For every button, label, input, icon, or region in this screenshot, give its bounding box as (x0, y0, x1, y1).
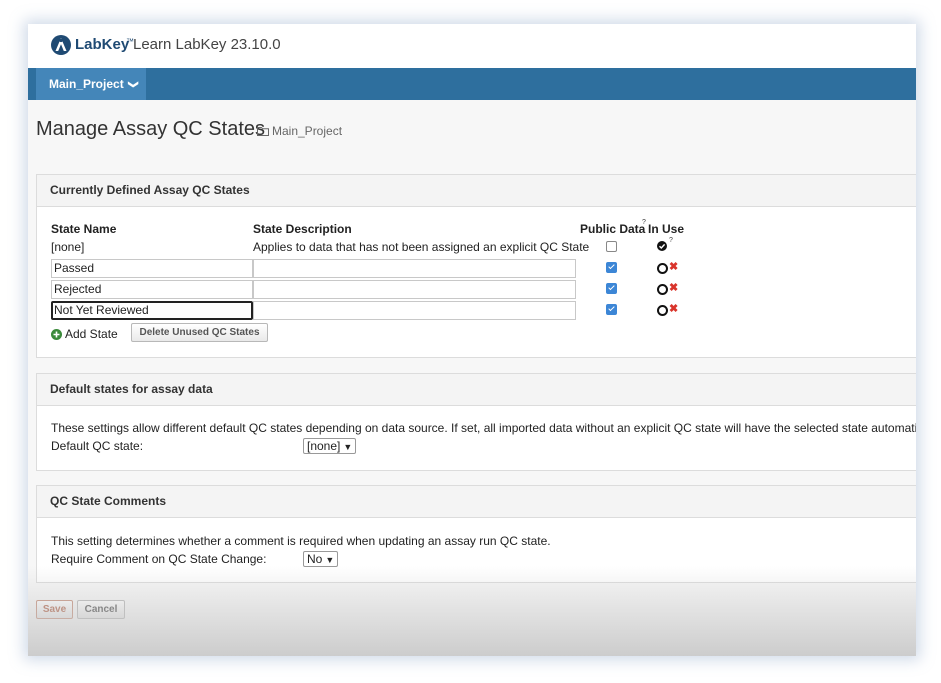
none-state-description: Applies to data that has not been assign… (253, 240, 590, 254)
qc-state-comments-description: This setting determines whether a commen… (51, 534, 551, 548)
breadcrumb[interactable]: Main_Project (257, 124, 342, 138)
chevron-down-icon: ▼ (343, 442, 353, 452)
default-qc-state-label: Default QC state: (51, 439, 144, 453)
public-data-checkbox-passed[interactable] (606, 262, 617, 273)
column-header-in-use: In Use (648, 222, 685, 236)
save-button[interactable]: Save (36, 600, 73, 619)
state-name-input-passed[interactable]: Passed (51, 259, 253, 278)
not-in-use-icon (657, 263, 668, 274)
in-use-help-icon[interactable]: ? (669, 237, 673, 244)
brand-bar: LabKey ™ Learn LabKey 23.10.0 (28, 24, 916, 68)
public-data-checkbox-rejected[interactable] (606, 283, 617, 294)
qc-states-heading: Currently Defined Assay QC States (37, 175, 916, 207)
project-menu-label: Main_Project (49, 77, 124, 91)
delete-state-icon-rejected[interactable]: ✖ (669, 283, 678, 294)
plus-circle-icon (51, 328, 62, 340)
labkey-logo-icon[interactable] (51, 35, 71, 55)
delete-state-icon-passed[interactable]: ✖ (669, 262, 678, 273)
in-use-check-icon (657, 241, 667, 251)
require-comment-value: No (307, 552, 323, 566)
add-state-label: Add State (65, 327, 118, 341)
default-states-heading: Default states for assay data (37, 374, 916, 406)
folder-icon (257, 127, 269, 136)
none-state-name: [none] (51, 240, 85, 254)
chevron-down-icon: ▼ (325, 555, 335, 565)
brand-name[interactable]: LabKey (75, 36, 129, 53)
default-qc-state-select[interactable]: [none] ▼ (303, 438, 357, 454)
site-title[interactable]: Learn LabKey 23.10.0 (133, 36, 281, 53)
chevron-down-icon: ❯ (127, 79, 139, 89)
delete-state-icon-not-yet-reviewed[interactable]: ✖ (669, 304, 678, 315)
public-data-checkbox-not-yet-reviewed[interactable] (606, 304, 617, 315)
require-comment-select[interactable]: No ▼ (303, 551, 339, 567)
default-states-description: These settings allow different default Q… (51, 421, 916, 435)
state-name-input-not-yet-reviewed[interactable]: Not Yet Reviewed (51, 301, 253, 320)
project-menu-button[interactable]: Main_Project ❯ (36, 68, 146, 100)
state-description-input-not-yet-reviewed[interactable] (253, 301, 576, 320)
column-header-public-data: Public Data (580, 222, 646, 236)
require-comment-label: Require Comment on QC State Change: (51, 552, 267, 566)
not-in-use-icon (657, 284, 668, 295)
not-in-use-icon (657, 305, 668, 316)
default-states-panel: Default states for assay data These sett… (36, 373, 916, 471)
public-data-help-icon[interactable]: ? (642, 219, 646, 226)
add-state-link[interactable]: Add State (51, 327, 118, 341)
default-qc-state-value: [none] (307, 439, 341, 453)
qc-states-panel: Currently Defined Assay QC States State … (36, 174, 916, 358)
state-description-input-passed[interactable] (253, 259, 576, 278)
breadcrumb-project[interactable]: Main_Project (272, 124, 342, 138)
qc-state-comments-heading: QC State Comments (37, 486, 916, 518)
column-header-state-description: State Description (253, 222, 352, 236)
qc-state-comments-panel: QC State Comments This setting determine… (36, 485, 916, 583)
cancel-button[interactable]: Cancel (77, 600, 125, 619)
state-description-input-rejected[interactable] (253, 280, 576, 299)
delete-unused-qc-states-button[interactable]: Delete Unused QC States (131, 323, 268, 342)
none-public-data-checkbox[interactable] (606, 241, 617, 252)
page-title: Manage Assay QC States (36, 118, 266, 140)
browser-window: LabKey ™ Learn LabKey 23.10.0 Main_Proje… (28, 24, 916, 656)
state-name-input-rejected[interactable]: Rejected (51, 280, 253, 299)
project-nav-bar: Main_Project ❯ (28, 68, 916, 100)
column-header-state-name: State Name (51, 222, 117, 236)
